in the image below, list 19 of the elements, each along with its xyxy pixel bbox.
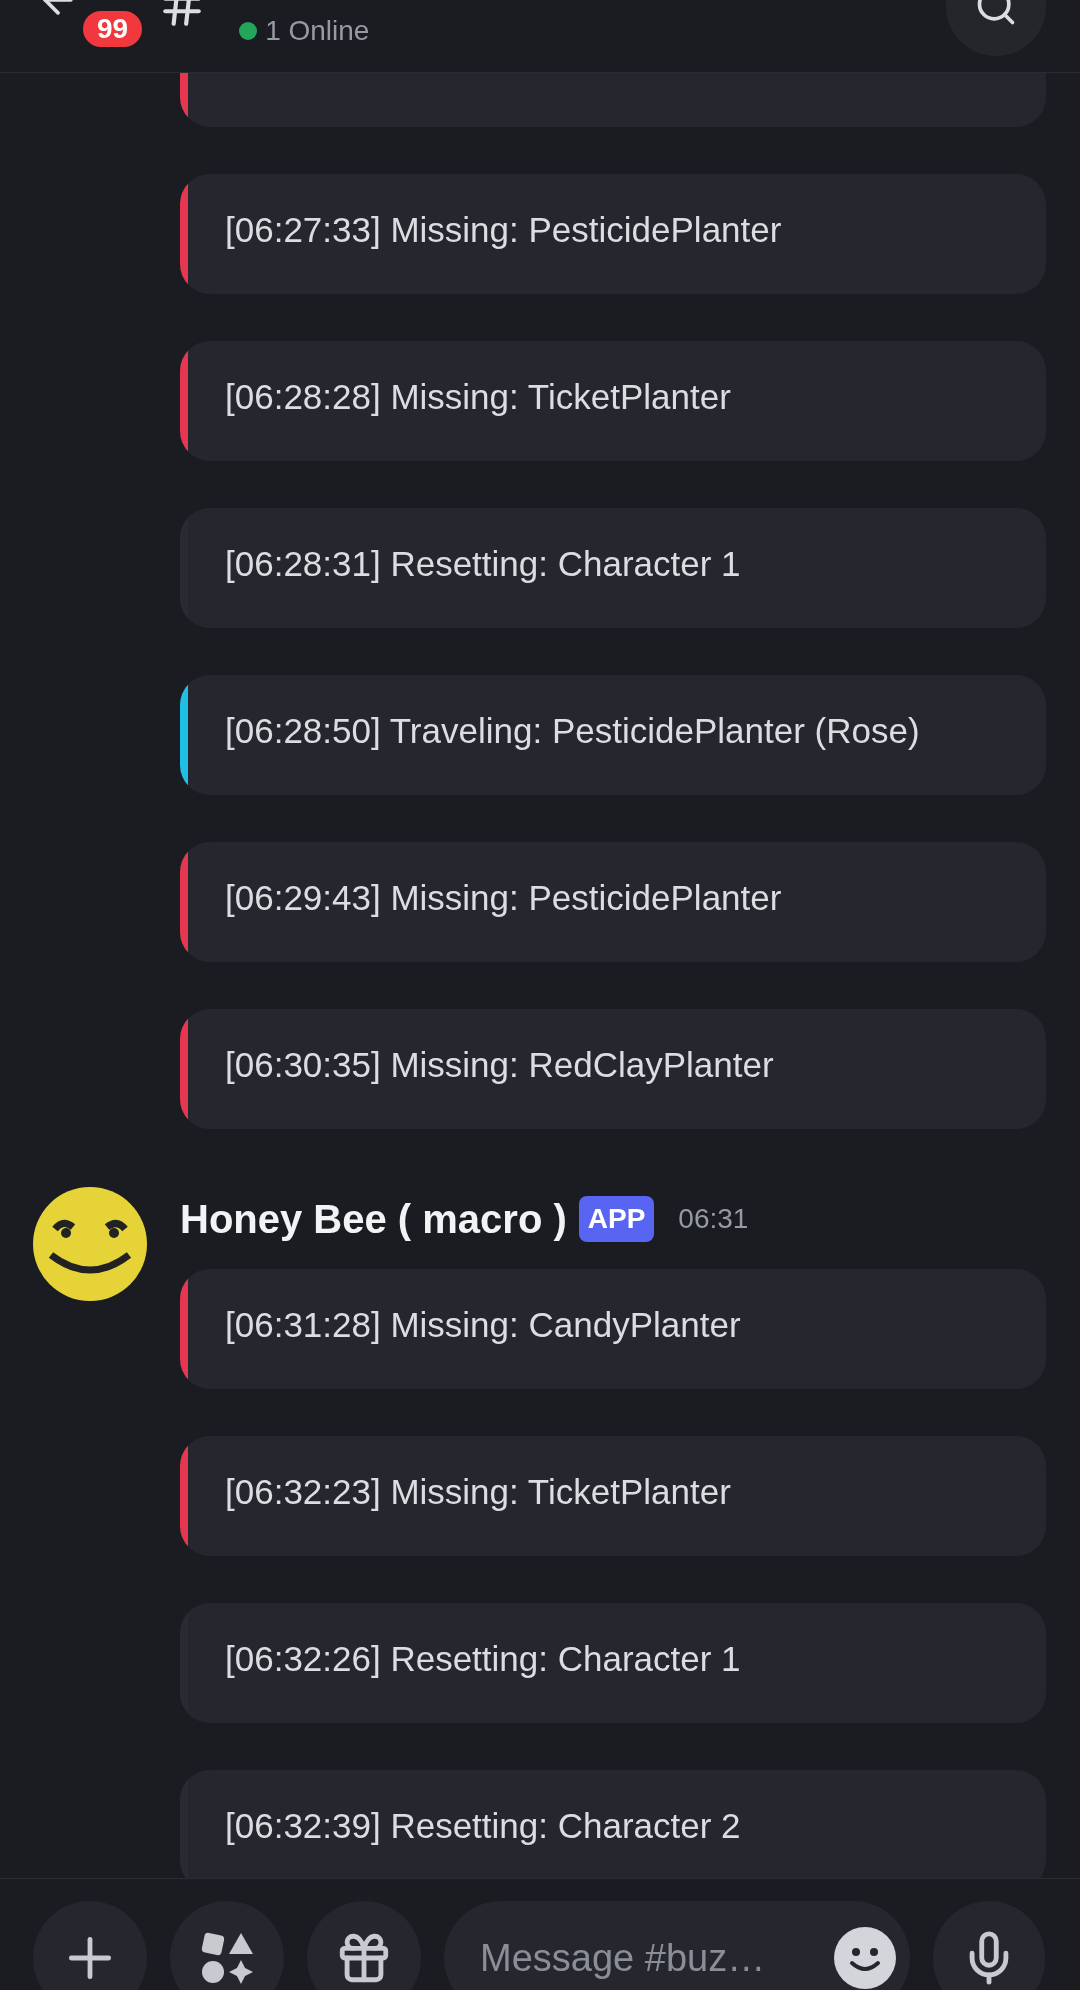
- embed-text: [06:32:39] Resetting: Character 2: [225, 1806, 741, 1845]
- shapes-icon: [199, 1930, 255, 1986]
- embed-text: [06:29:43] Missing: PesticidePlanter: [225, 878, 782, 917]
- app-tag: APP: [578, 1196, 655, 1242]
- embed-text: [06:32:26] Resetting: Character 1: [225, 1639, 741, 1678]
- message-composer[interactable]: Message #buz…: [444, 1901, 910, 1990]
- avatar-smiley-icon[interactable]: [33, 1187, 147, 1301]
- message-field[interactable]: Message #buz…: [480, 1929, 834, 1987]
- emoji-icon[interactable]: [834, 1927, 896, 1989]
- online-status: 1 Online: [265, 14, 370, 48]
- embed-text: [06:31:28] Missing: CandyPlanter: [225, 1305, 741, 1344]
- message-time: 06:31: [678, 1202, 749, 1236]
- embed-text: [06:30:35] Missing: RedClayPlanter: [225, 1045, 774, 1084]
- embed-text: [06:28:50] Traveling: PesticidePlanter (Rose): [225, 711, 920, 750]
- author-name[interactable]: Honey Bee ( macro ): [180, 1189, 567, 1249]
- embed-text: [06:28:31] Resetting: Character 1: [225, 544, 741, 583]
- embed-text: [06:27:33] Missing: PesticidePlanter: [225, 210, 782, 249]
- embed-text: [06:32:23] Missing: TicketPlanter: [225, 1472, 731, 1511]
- embed-text: [06:28:28] Missing: TicketPlanter: [225, 377, 731, 416]
